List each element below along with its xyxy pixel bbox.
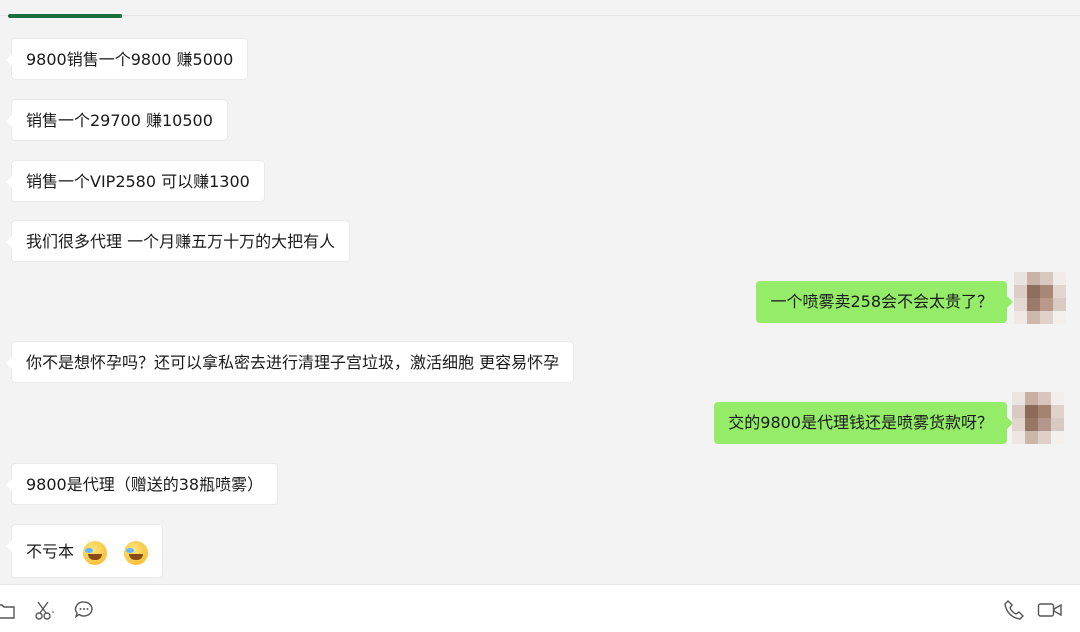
message-bubble-incoming[interactable]: 9800销售一个9800 赚5000 [5,38,249,80]
message-bubble-incoming[interactable]: 我们很多代理 一个月赚五万十万的大把有人 [5,220,351,262]
message-bubble-incoming[interactable]: 不亏本 [5,524,164,578]
scissors-icon[interactable] [33,599,55,621]
active-tab-indicator [8,14,122,18]
message-text: 销售一个29700 赚10500 [26,111,213,130]
laughing-crying-emoji [83,540,108,565]
message-bubble-incoming[interactable]: 9800是代理（赠送的38瓶喷雾） [5,463,279,505]
message-text: 你不是想怀孕吗？还可以拿私密去进行清理子宫垃圾，激活细胞 更容易怀孕 [26,353,560,372]
message-bubble-incoming[interactable]: 销售一个29700 赚10500 [6,99,228,141]
message-bubble-incoming[interactable]: 你不是想怀孕吗？还可以拿私密去进行清理子宫垃圾，激活细胞 更容易怀孕 [5,341,575,383]
message-text: 一个喷雾卖258会不会太贵了？ [770,292,993,311]
laughing-crying-emoji [124,540,149,565]
avatar[interactable] [1014,272,1066,330]
chat-header-strip [0,0,1080,16]
video-call-icon[interactable] [1037,599,1063,621]
message-text: 9800是代理（赠送的38瓶喷雾） [26,475,264,494]
folder-icon[interactable] [0,599,16,621]
message-text: 9800销售一个9800 赚5000 [26,50,234,69]
message-bubble-outgoing[interactable]: 一个喷雾卖258会不会太贵了？ [756,281,1013,323]
phone-icon[interactable] [1003,599,1025,621]
message-text: 交的9800是代理钱还是喷雾货款呀？ [728,413,993,432]
message-bubble-outgoing[interactable]: 交的9800是代理钱还是喷雾货款呀？ [714,402,1013,444]
message-bubble-incoming[interactable]: 销售一个VIP2580 可以赚1300 [6,160,265,202]
chat-bubble-icon[interactable] [73,599,95,621]
message-text: 销售一个VIP2580 可以赚1300 [26,172,250,191]
message-text: 不亏本 [26,542,75,561]
message-text: 我们很多代理 一个月赚五万十万的大把有人 [26,232,336,251]
avatar[interactable] [1012,392,1064,450]
chat-toolbar [0,584,1080,632]
